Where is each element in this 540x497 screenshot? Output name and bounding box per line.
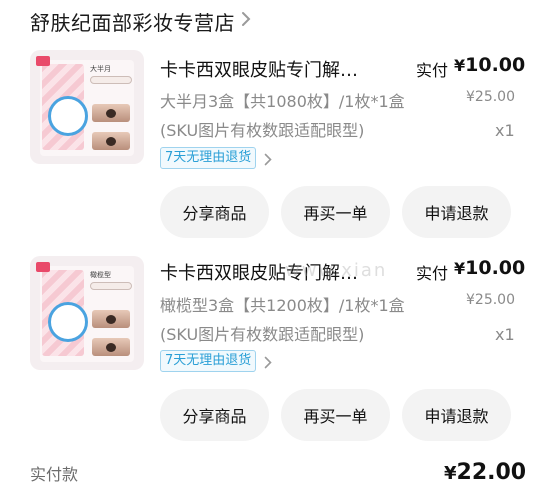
quantity: x1: [495, 325, 515, 344]
share-product-button[interactable]: 分享商品: [160, 389, 269, 441]
return-policy-badge[interactable]: 7天无理由退货: [160, 147, 257, 169]
shop-header[interactable]: 舒肤纪面部彩妆专营店: [30, 0, 251, 42]
shop-name: 舒肤纪面部彩妆专营店: [30, 10, 235, 35]
product-thumbnail[interactable]: 大半月: [30, 50, 144, 164]
return-policy-badge[interactable]: 7天无理由退货: [160, 350, 257, 372]
rebuy-button[interactable]: 再买一单: [281, 389, 390, 441]
share-product-button[interactable]: 分享商品: [160, 186, 269, 238]
rebuy-button[interactable]: 再买一单: [281, 186, 390, 238]
chevron-right-icon[interactable]: [264, 151, 272, 170]
request-refund-button[interactable]: 申请退款: [402, 186, 511, 238]
paid-label: 实付: [416, 61, 449, 80]
product-title[interactable]: 卡卡西双眼皮贴专门解…: [160, 56, 358, 82]
request-refund-button[interactable]: 申请退款: [402, 389, 511, 441]
product-note: (SKU图片有枚数跟适配眼型): [160, 325, 365, 344]
chevron-right-icon[interactable]: [264, 354, 272, 373]
product-spec: 橄榄型3盒【共1200枚】/1枚*1盒: [160, 296, 405, 315]
product-note: (SKU图片有枚数跟适配眼型): [160, 121, 365, 140]
paid-amount: ¥10.00: [454, 54, 526, 76]
original-price: ¥25.00: [466, 292, 515, 308]
original-price: ¥25.00: [466, 89, 515, 105]
chevron-right-icon: [241, 11, 251, 31]
thumbnail-label: 橄榄型: [90, 271, 111, 279]
total-paid-label: 实付款: [30, 465, 79, 484]
product-thumbnail[interactable]: 橄榄型: [30, 256, 144, 370]
thumbnail-label: 大半月: [90, 65, 111, 73]
watermark: www.xian: [285, 260, 388, 281]
paid-label: 实付: [416, 264, 449, 283]
quantity: x1: [495, 121, 515, 140]
paid-amount: ¥10.00: [454, 257, 526, 279]
total-paid-amount: ¥22.00: [444, 460, 527, 485]
product-spec: 大半月3盒【共1080枚】/1枚*1盒: [160, 92, 405, 111]
